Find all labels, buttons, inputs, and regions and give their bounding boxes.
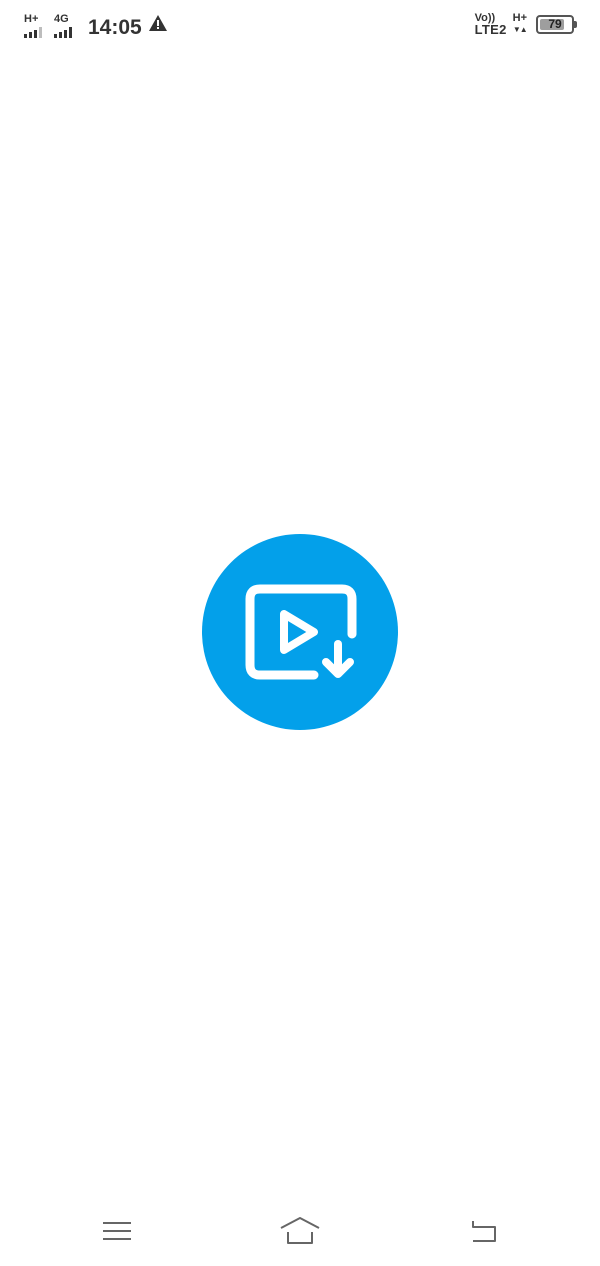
- status-bar: H+ 4G 14:05 Vo)) LTE2 H+ ▼▲ 79: [0, 0, 600, 48]
- sim1-signal-bars-icon: [24, 27, 42, 38]
- home-icon: [280, 1217, 320, 1244]
- status-time: 14:05: [88, 16, 142, 39]
- lte-label: LTE2: [474, 22, 507, 37]
- menu-button[interactable]: [95, 1214, 139, 1248]
- warning-triangle-icon: [148, 15, 167, 36]
- data-indicator: H+ ▼▲: [512, 12, 528, 35]
- volte-indicator: Vo)) LTE2: [475, 12, 507, 36]
- home-button[interactable]: [278, 1214, 322, 1248]
- sim1-signal: H+: [24, 14, 50, 40]
- sim1-network-type: H+: [24, 13, 39, 25]
- back-icon: [472, 1221, 496, 1242]
- app-logo: [202, 534, 398, 730]
- status-left: H+ 4G 14:05: [24, 8, 167, 40]
- battery-level: 79: [548, 17, 562, 31]
- sim2-network-type: 4G: [54, 13, 69, 25]
- sim2-signal-bars-icon: [54, 27, 72, 38]
- sim2-signal: 4G: [54, 14, 80, 40]
- battery-icon: 79: [536, 14, 577, 34]
- status-right: Vo)) LTE2 H+ ▼▲ 79: [475, 10, 577, 38]
- data-activity-icon: ▼▲: [512, 25, 528, 34]
- video-download-icon: [245, 584, 357, 680]
- menu-icon: [103, 1222, 131, 1240]
- data-type-label: H+: [512, 12, 527, 24]
- back-button[interactable]: [461, 1214, 505, 1248]
- navigation-bar: [0, 1200, 600, 1266]
